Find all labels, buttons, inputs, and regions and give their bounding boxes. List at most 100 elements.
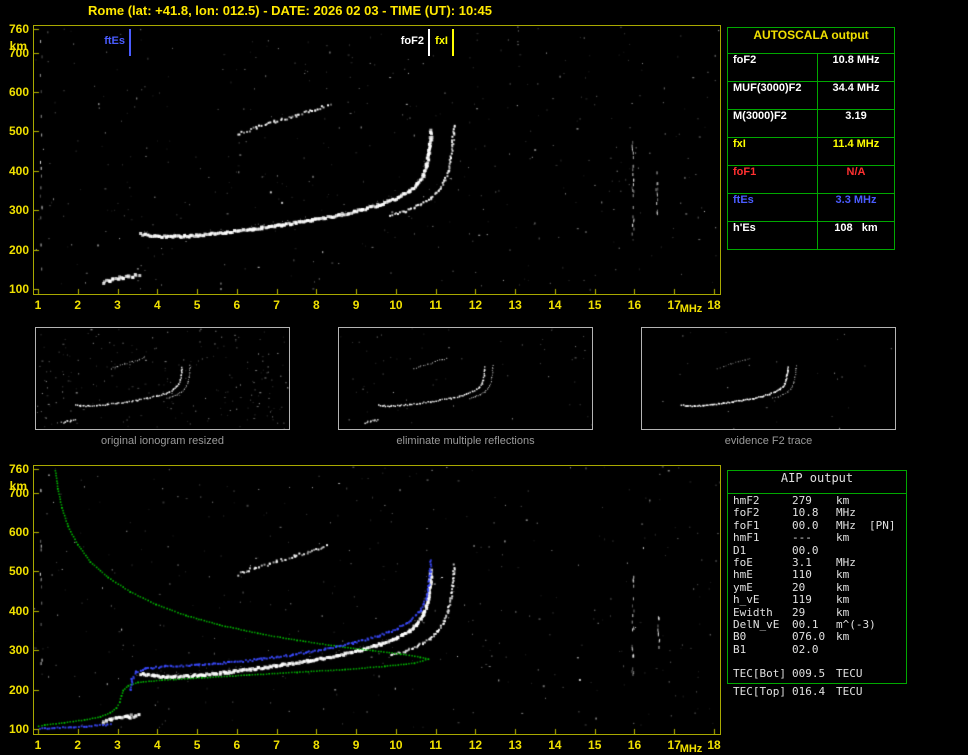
aip-unit: MHz <box>836 555 856 569</box>
aip-tec-row: TEC[Bot] 009.5 TECU <box>728 668 906 680</box>
thumbnail-caption-original: original ionogram resized <box>101 435 224 447</box>
aip-param: hmF2 <box>733 494 760 507</box>
aip-value: 00.0 <box>792 518 819 532</box>
aip-row: hmF2 279 km <box>728 494 906 507</box>
x-tick-label: 11 <box>429 738 442 752</box>
autoscala-value: 34.4 MHz <box>832 82 880 94</box>
aip-row: hmE 110 km <box>728 568 906 582</box>
aip-value: 3.1 <box>792 555 812 569</box>
aip-row: foF1 00.0 MHz [PN] <box>728 518 906 532</box>
thumbnail-multiple-reflections-removed <box>338 327 593 430</box>
aip-param: foE <box>733 555 753 569</box>
fxi-marker-line <box>452 29 454 56</box>
autoscala-param: MUF(3000)F2 <box>728 82 818 109</box>
aip-value: 29 <box>792 605 806 619</box>
x-tick-label: 4 <box>153 738 161 752</box>
aip-unit: TECU <box>836 667 863 680</box>
thumbnail-caption-f2trace: evidence F2 trace <box>724 435 813 447</box>
autoscala-output-table: AUTOSCALA output foF2 10.8 MHz MUF(3000)F2… <box>727 27 895 250</box>
aip-value: --- <box>792 531 812 545</box>
x-tick-label: 12 <box>468 298 483 312</box>
x-tick-label: 17 <box>667 738 681 752</box>
y-tick-label: 300 <box>8 643 29 658</box>
aip-extra <box>869 606 906 618</box>
aip-param: foF2 <box>733 506 760 520</box>
aip-param: DelN_vE <box>733 617 780 631</box>
aip-row: foE 3.1 MHz <box>728 555 906 569</box>
aip-extra: [PN] <box>869 518 896 532</box>
x-tick-label: 9 <box>352 298 360 312</box>
aip-unit <box>836 544 869 556</box>
x-tick-label: 5 <box>193 738 201 752</box>
aip-row: hmF1 --- km <box>728 531 906 545</box>
aip-unit: MHz <box>836 518 856 532</box>
aip-unit: km <box>836 568 850 582</box>
autoscala-param: fxI <box>728 138 818 165</box>
y-tick-label: 200 <box>8 682 29 697</box>
autoscala-param: ftEs <box>728 194 818 221</box>
x-tick-label: 8 <box>313 738 320 752</box>
y-tick-label: 400 <box>8 163 29 178</box>
x-tick-label: 14 <box>548 298 562 312</box>
thumbnail-f2-trace-evidence <box>641 327 896 430</box>
x-tick-label: 17 <box>667 298 681 312</box>
aip-row: h_vE 119 km <box>728 593 906 607</box>
x-tick-label: 15 <box>588 298 602 312</box>
autoscala-row: foF1 N/A <box>728 166 894 194</box>
aip-param: Ewidth <box>733 605 773 619</box>
aip-value: 119 <box>792 593 812 607</box>
y-tick-label: 200 <box>8 242 29 257</box>
aip-param: D1 <box>733 543 747 557</box>
x-tick-label: 18 <box>707 738 721 752</box>
aip-unit: MHz <box>836 506 856 520</box>
x-tick-label: 11 <box>429 298 442 312</box>
aip-unit <box>836 643 869 655</box>
aip-extra <box>869 643 906 655</box>
aip-extra <box>869 494 906 506</box>
y-tick-label: 400 <box>8 603 29 618</box>
aip-param: TEC[Top] <box>733 685 786 698</box>
aip-param: foF1 <box>733 518 760 532</box>
aip-rows: hmF2 279 km foF2 10.8 MHz foF1 00.0 MHz [PN] hmF1 -… <box>728 494 906 656</box>
x-tick-label: 9 <box>352 738 360 752</box>
autoscala-value: 3.3 MHz <box>835 194 877 206</box>
autoscala-rows: foF2 10.8 MHz MUF(3000)F2 34.4 MHz M(3000)F2… <box>728 54 894 249</box>
aip-extra <box>869 531 906 543</box>
aip-param: B0 <box>733 630 747 644</box>
aip-unit: km <box>836 580 850 594</box>
autoscala-value: 108 km <box>834 222 878 234</box>
y-tick-label: 300 <box>8 203 29 218</box>
x-tick-label: 5 <box>193 298 201 312</box>
autoscala-row: fxI 11.4 MHz <box>728 138 894 166</box>
ftes-marker-label: ftEs <box>104 35 125 47</box>
aip-extra <box>869 630 906 642</box>
x-tick-label: 14 <box>548 738 562 752</box>
x-tick-label: 3 <box>114 298 121 312</box>
x-tick-label: 6 <box>233 298 241 312</box>
aip-extra <box>869 506 906 518</box>
autoscala-row: foF2 10.8 MHz <box>728 54 894 82</box>
aip-value: 20 <box>792 580 806 594</box>
top-ionogram <box>33 25 721 295</box>
aip-param: TEC[Bot] <box>733 667 786 680</box>
aip-unit: km <box>836 630 850 644</box>
ftes-marker-line <box>129 29 131 56</box>
autoscala-param: h'Es <box>728 222 818 249</box>
aip-value: 02.0 <box>792 642 819 656</box>
autoscala-param: M(3000)F2 <box>728 110 818 137</box>
aip-extra <box>869 581 906 593</box>
x-tick-label: 2 <box>74 738 82 752</box>
y-tick-label: 760 <box>8 462 29 476</box>
autoscala-row: MUF(3000)F2 34.4 MHz <box>728 82 894 110</box>
x-tick-label: 10 <box>389 298 403 312</box>
thumbnail-original-ionogram <box>35 327 290 430</box>
autoscala-value: N/A <box>846 166 866 178</box>
aip-unit: TECU <box>836 685 863 698</box>
autoscala-param: foF2 <box>728 54 818 81</box>
aip-value: 076.0 <box>792 630 826 644</box>
autoscala-row: h'Es 108 km <box>728 222 894 249</box>
aip-value: 009.5 <box>792 667 826 680</box>
aip-table-title: AIP output <box>728 471 906 494</box>
aip-value: 279 <box>792 494 812 507</box>
x-tick-label: 18 <box>707 298 721 312</box>
